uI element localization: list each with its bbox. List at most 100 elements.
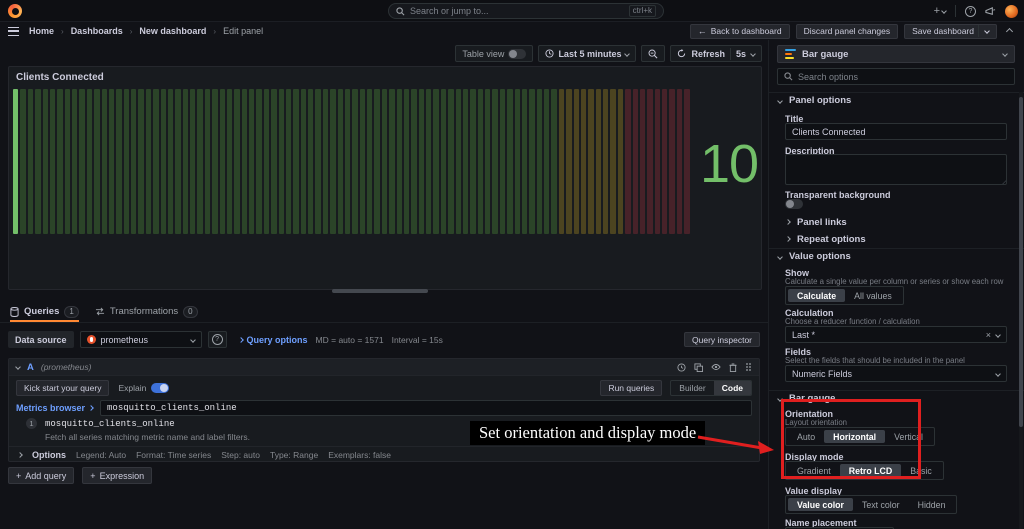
gauge-cell (72, 89, 78, 234)
table-view-switch[interactable] (508, 48, 527, 59)
visualization-picker[interactable]: Bar gauge (777, 45, 1015, 63)
datasource-picker[interactable]: prometheus (79, 331, 202, 348)
menu-toggle-icon[interactable] (8, 26, 19, 36)
option-calculate[interactable]: Calculate (788, 289, 846, 302)
bar-gauge-cells (13, 89, 690, 234)
promql-query-input[interactable] (100, 400, 752, 416)
fields-select[interactable]: Numeric Fields (785, 365, 1007, 382)
gauge-cell (160, 89, 166, 234)
global-search[interactable]: ctrl+k (388, 3, 664, 19)
refresh-button[interactable]: Refresh 5s (670, 45, 762, 62)
breadcrumb-home[interactable]: Home (29, 26, 54, 36)
news-megaphone-icon[interactable] (985, 6, 996, 17)
top-navigation-bar: ctrl+k + ? (0, 0, 1024, 22)
search-input[interactable] (410, 6, 624, 16)
pane-resize-handle[interactable] (332, 289, 428, 293)
collapse-query-icon[interactable] (15, 364, 21, 370)
duplicate-icon[interactable] (694, 362, 703, 372)
option-hidden[interactable]: Hidden (909, 498, 955, 511)
refresh-interval[interactable]: 5s (736, 49, 746, 59)
query-options-summary[interactable]: Options Legend: Auto Format: Time series… (9, 446, 759, 462)
option-all-values[interactable]: All values (845, 289, 901, 302)
code-option[interactable]: Code (713, 380, 751, 395)
option-text-color[interactable]: Text color (853, 498, 909, 511)
section-value-options[interactable]: Value options (769, 248, 1024, 264)
prometheus-icon (86, 335, 96, 344)
builder-option[interactable]: Builder (671, 381, 713, 395)
gauge-cell (396, 89, 402, 234)
gauge-cell (322, 89, 329, 234)
kick-start-query-button[interactable]: Kick start your query (16, 379, 110, 396)
explain-toggle: Explain (118, 382, 170, 393)
annotation-arrow (697, 435, 774, 454)
query-options-link[interactable]: Query options (237, 335, 308, 345)
gauge-cell (426, 89, 432, 234)
save-dashboard-button[interactable]: Save dashboard (904, 23, 997, 39)
drag-handle-icon[interactable] (745, 362, 752, 372)
chevron-down-icon (750, 50, 756, 57)
zoom-out-time-button[interactable] (641, 45, 666, 62)
option-value-color[interactable]: Value color (788, 498, 853, 511)
section-panel-links[interactable]: Panel links (769, 214, 1024, 230)
section-repeat-options[interactable]: Repeat options (769, 231, 1024, 247)
trash-icon[interactable] (729, 363, 737, 372)
explain-switch[interactable] (151, 382, 170, 393)
back-to-dashboard-button[interactable]: ← Back to dashboard (689, 23, 790, 39)
annotation-text: Set orientation and display mode (470, 421, 706, 445)
datasource-label: Data source (8, 331, 74, 348)
clear-icon[interactable]: × (986, 330, 991, 340)
gauge-cell (403, 89, 410, 234)
calculation-select[interactable]: Last * × (785, 326, 1007, 343)
transparent-background-switch[interactable] (785, 199, 803, 209)
gauge-cell (167, 89, 174, 234)
section-panel-options[interactable]: Panel options (769, 92, 1024, 108)
eye-icon[interactable] (711, 363, 721, 371)
gauge-cell (315, 89, 321, 234)
user-avatar[interactable] (1005, 4, 1018, 18)
gauge-cell (226, 89, 233, 234)
chevron-right-icon (785, 236, 791, 242)
gauge-cell (330, 89, 336, 234)
add-expression-button[interactable]: + Expression (82, 467, 153, 484)
table-view-toggle[interactable]: Table view (455, 45, 534, 62)
add-query-button[interactable]: + Add query (8, 467, 75, 484)
gauge-cell (79, 89, 85, 234)
add-menu-button[interactable]: + (934, 5, 947, 17)
collapse-header-icon[interactable] (1005, 27, 1014, 35)
sidebar-scrollbar-thumb[interactable] (1019, 97, 1023, 427)
gauge-cell (499, 89, 506, 234)
value-display-radio-group: Value color Text color Hidden (785, 495, 958, 514)
help-icon[interactable]: ? (965, 5, 976, 17)
breadcrumb-dashboards[interactable]: Dashboards (71, 26, 123, 36)
query-row-header[interactable]: A (prometheus) (9, 359, 759, 376)
option-format: Format: Time series (136, 449, 212, 460)
chevron-right-icon (17, 451, 23, 458)
gauge-cell (647, 89, 653, 234)
query-toolbar-right: Run queries Builder Code (600, 379, 752, 396)
gauge-cell (64, 89, 70, 234)
gauge-cell (300, 89, 306, 234)
panel-title-input[interactable] (785, 123, 1007, 140)
chevron-down-icon[interactable] (984, 28, 990, 34)
query-ref-id: A (27, 361, 34, 373)
description-textarea[interactable] (785, 154, 1007, 185)
datasource-help-button[interactable]: ? (207, 331, 227, 348)
time-range-picker[interactable]: Last 5 minutes (538, 45, 637, 62)
breadcrumb-new-dashboard[interactable]: New dashboard (139, 26, 206, 36)
options-search-input[interactable] (798, 71, 1008, 82)
gauge-cell (175, 89, 181, 234)
query-inspector-button[interactable]: Query inspector (684, 332, 760, 347)
tab-queries[interactable]: Queries 1 (10, 303, 79, 322)
show-radio-group: Calculate All values (785, 286, 904, 305)
discard-panel-changes-button[interactable]: Discard panel changes (795, 23, 899, 39)
tab-transformations[interactable]: Transformations 0 (95, 303, 198, 322)
run-queries-button[interactable]: Run queries (600, 379, 663, 396)
options-search[interactable] (777, 68, 1015, 85)
bar-gauge-panel[interactable]: Clients Connected 10 (8, 66, 762, 290)
history-icon[interactable] (677, 362, 686, 372)
metrics-browser-link[interactable]: Metrics browser (16, 403, 94, 413)
gauge-cell (27, 89, 34, 234)
query-section-tabs: Queries 1 Transformations 0 (0, 303, 768, 323)
grafana-logo-icon[interactable] (8, 4, 22, 18)
breadcrumb-separator: › (129, 26, 133, 36)
